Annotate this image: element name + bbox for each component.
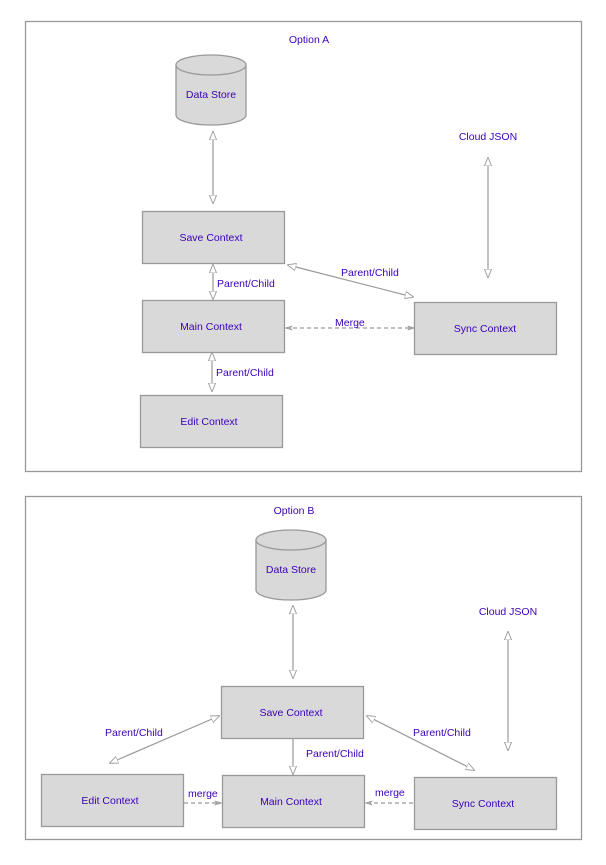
save-context-node[interactable]: Save Context <box>220 685 365 740</box>
edge-label-edit-main: merge <box>188 788 218 800</box>
main-context-node[interactable]: Main Context <box>141 299 286 354</box>
cloud-json-node: Cloud JSON <box>459 131 517 143</box>
sync-context-node[interactable]: Sync Context <box>413 776 558 831</box>
node-label: Edit Context <box>180 416 237 428</box>
edge-label-main-edit: Parent/Child <box>216 367 274 379</box>
node-label: Main Context <box>260 796 322 808</box>
diagram-title: Option B <box>274 505 315 517</box>
main-context-node[interactable]: Main Context <box>221 774 366 829</box>
diagram-option-a: Option A Data Store Cloud JSON Save Cont… <box>24 20 583 473</box>
node-label: Save Context <box>179 232 242 244</box>
panel-frame <box>24 20 583 473</box>
node-label: Save Context <box>259 707 322 719</box>
node-label: Data Store <box>186 89 236 101</box>
node-label: Data Store <box>266 564 316 576</box>
diagram-option-b: Option B Data Store Cloud JSON Save Cont… <box>24 495 583 841</box>
node-label: Main Context <box>180 321 242 333</box>
cylinder-top-icon <box>175 54 247 76</box>
data-store-node[interactable]: Data Store <box>255 529 327 601</box>
edit-context-node[interactable]: Edit Context <box>139 394 284 449</box>
diagram-title: Option A <box>289 34 329 46</box>
edge-label-save-main: Parent/Child <box>306 748 364 760</box>
node-label: Sync Context <box>452 798 515 810</box>
sync-context-node[interactable]: Sync Context <box>413 301 558 356</box>
edit-context-node[interactable]: Edit Context <box>40 773 185 828</box>
data-store-node[interactable]: Data Store <box>175 54 247 126</box>
save-context-node[interactable]: Save Context <box>141 210 286 265</box>
node-label: Edit Context <box>81 795 138 807</box>
edge-label-save-sync: Parent/Child <box>413 727 471 739</box>
node-label: Sync Context <box>454 323 517 335</box>
edge-label-sync-main: merge <box>375 787 405 799</box>
edge-label-save-main: Parent/Child <box>217 278 275 290</box>
cloud-json-node: Cloud JSON <box>479 606 537 618</box>
edge-label-save-sync: Parent/Child <box>341 267 399 279</box>
edge-label-main-sync: Merge <box>335 317 365 329</box>
cylinder-top-icon <box>255 529 327 551</box>
edge-label-save-edit: Parent/Child <box>105 727 163 739</box>
